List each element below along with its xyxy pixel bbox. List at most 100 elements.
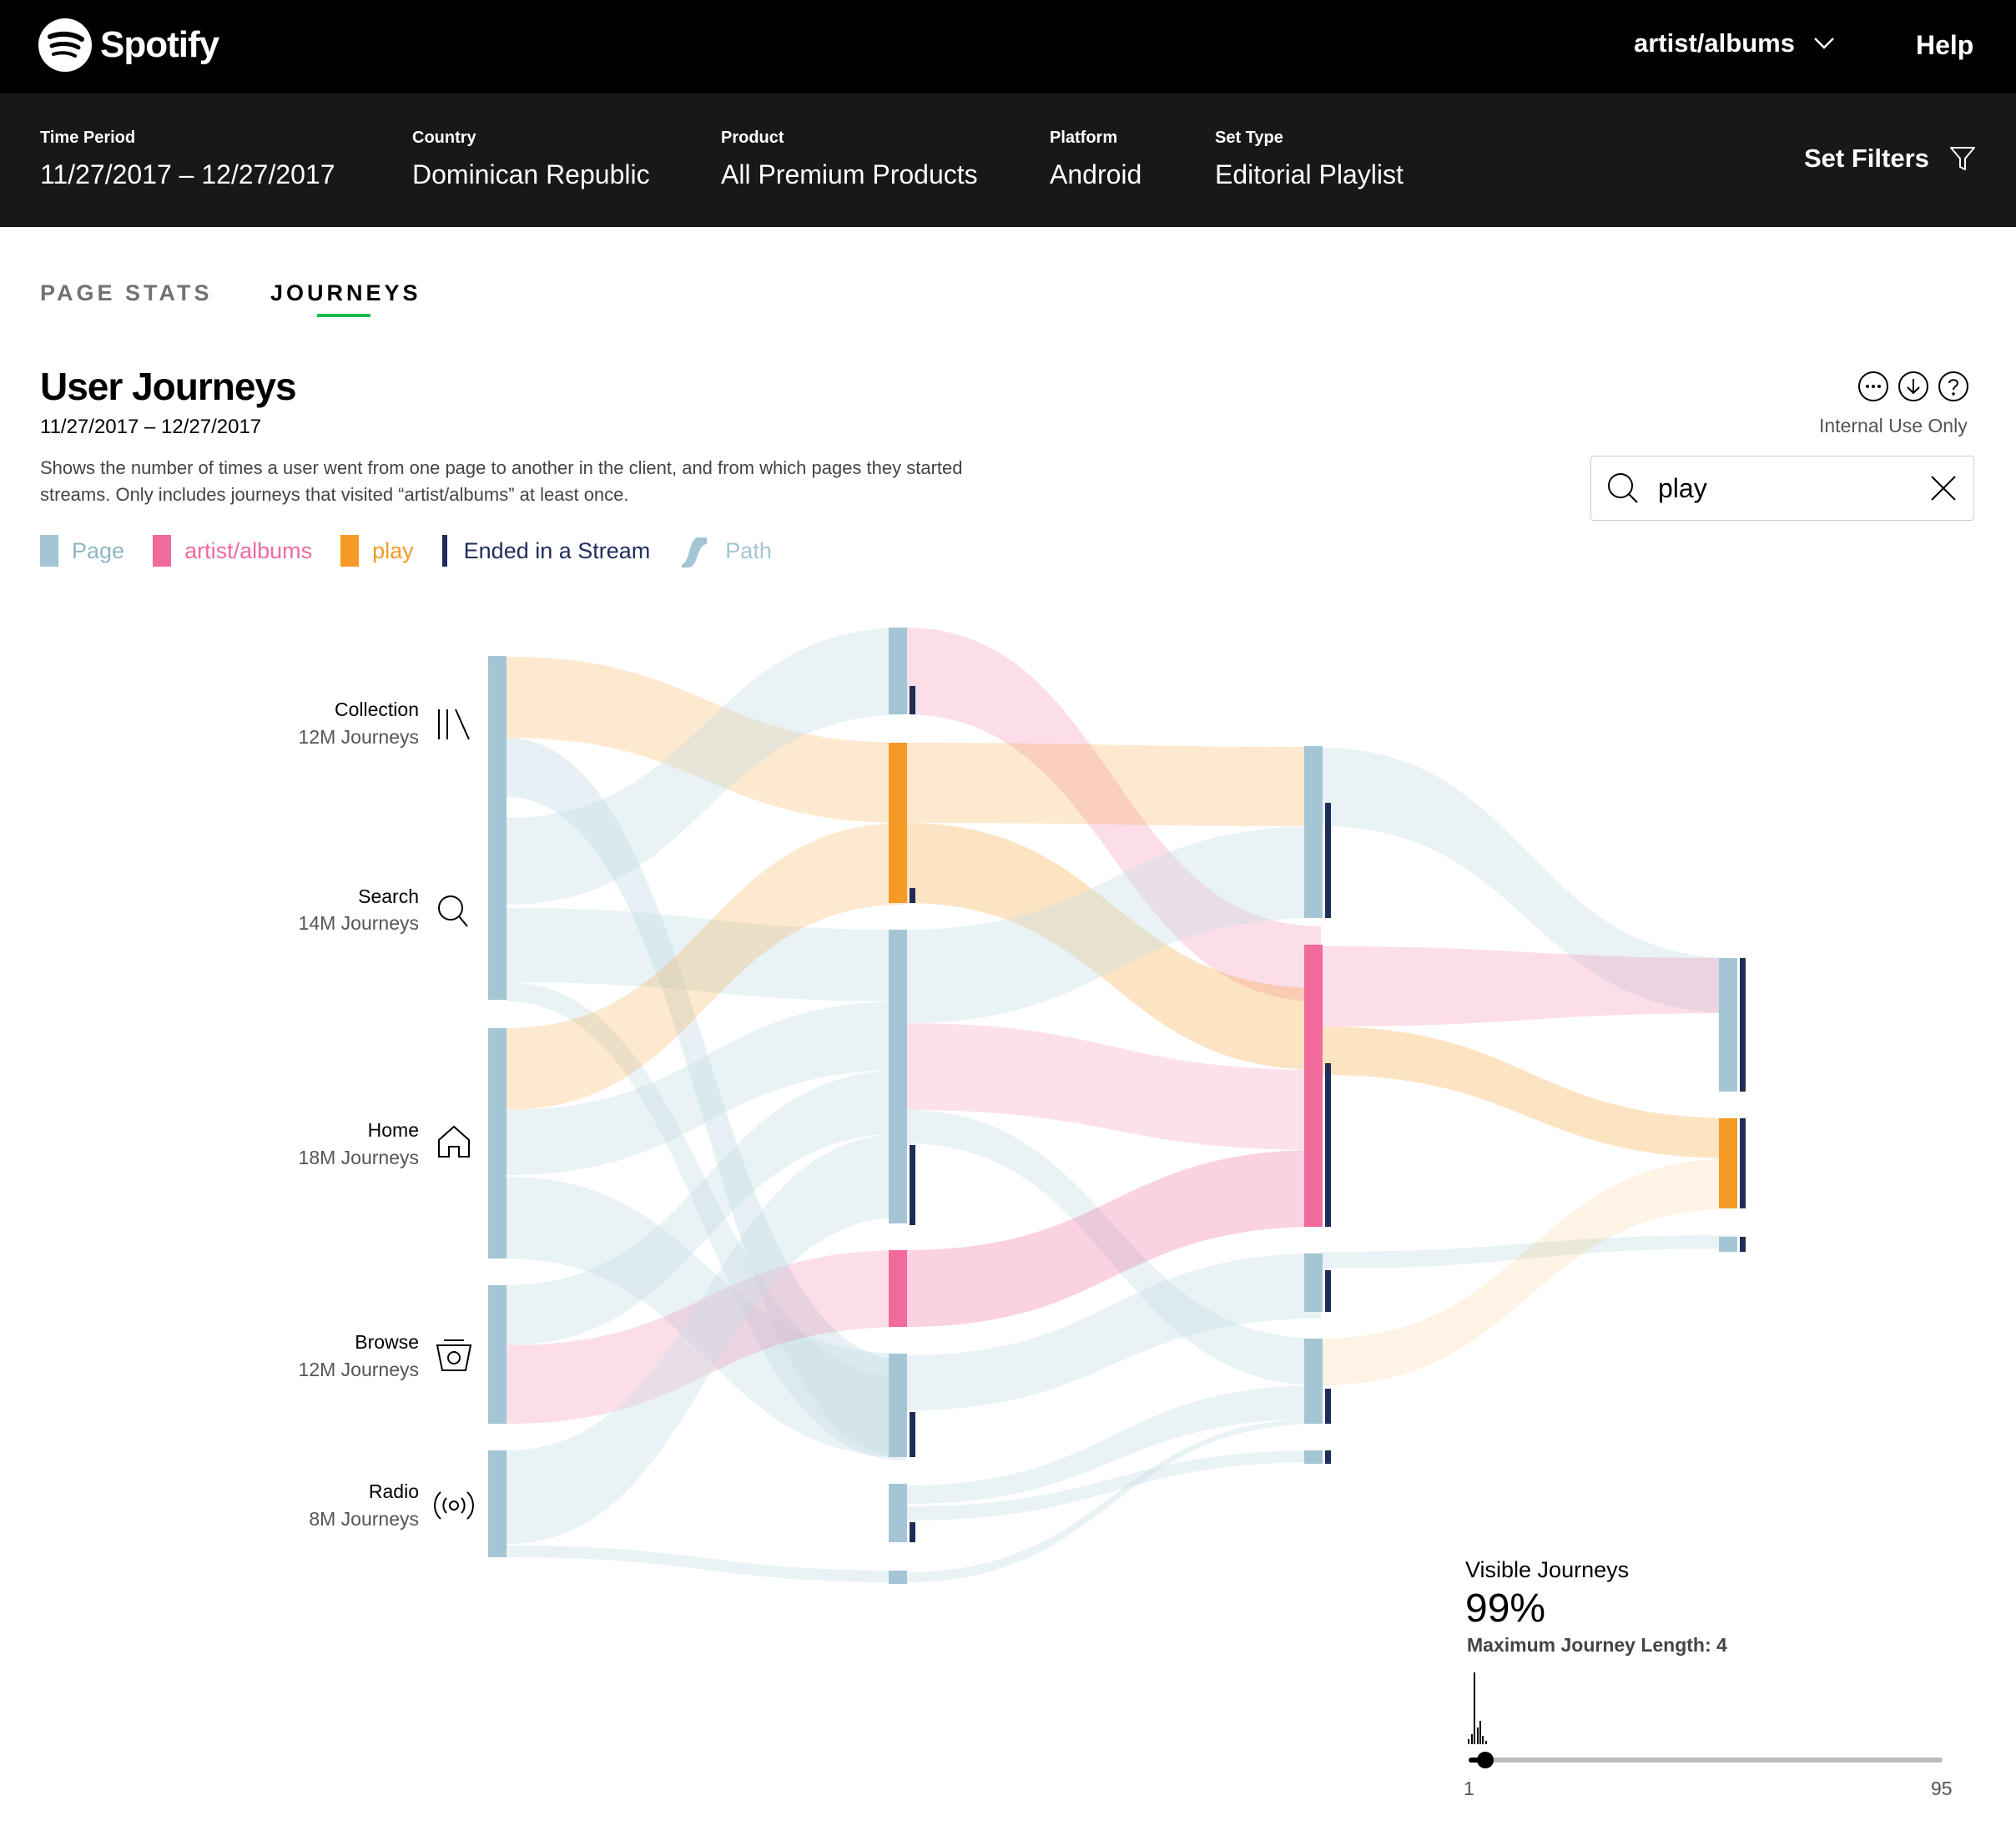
page-dropdown-label: artist/albums [1634,28,1795,58]
slider-track[interactable] [1469,1758,1943,1763]
chart-legend: Page artist/albums play Ended in a Strea… [40,534,800,567]
visible-journeys-title: Visible Journeys [1465,1557,1630,1582]
set-filters-label: Set Filters [1804,144,1929,173]
top-nav-bar: Spotify artist/albums Help [0,0,2016,93]
help-link[interactable]: Help [1916,30,1973,61]
legend-swatch [441,535,447,567]
legend-item-path: Path [678,534,772,567]
filter-platform[interactable]: Platform Android [1050,129,1142,190]
journey-length-slider[interactable] [1465,1669,1949,1769]
source-labels: Collection 12M Journeys Search 14M Journ… [299,699,419,1530]
node-page [1719,1237,1737,1252]
legend-label: artist/albums [184,537,313,563]
search-input[interactable]: play [1590,456,1974,521]
slider-min-label: 1 [1464,1778,1474,1799]
logo-wordmark: Spotify [100,24,219,65]
filter-set-type[interactable]: Set Type Editorial Playlist [1215,129,1404,190]
node-page [1719,958,1737,1092]
stream-end-bar [910,1522,915,1542]
flow-play-to-page [905,743,1321,826]
node-page [889,1571,907,1584]
legend-item-page: Page [40,535,124,567]
chart-toolbar [1857,371,1969,402]
node-page [889,628,907,714]
stream-end-bar [1740,958,1746,1092]
filter-value: Android [1050,159,1142,189]
node-play [1719,1118,1737,1208]
filter-value: 11/27/2017 – 12/27/2017 [40,159,335,189]
filter-label: Time Period [40,129,136,147]
internal-use-label: Internal Use Only [1819,415,1968,436]
set-filters-button[interactable]: Set Filters [1804,144,1976,174]
source-label-browse: Browse [355,1331,419,1353]
browse-icon [436,1339,472,1371]
close-icon[interactable] [1928,473,1958,503]
stream-end-bar [910,1412,915,1457]
stream-end-bar [910,1145,915,1225]
journey-sankey-chart: Collection 12M Journeys Search 14M Journ… [299,628,1746,1584]
page-description: Shows the number of times a user went fr… [40,457,963,505]
node-page [889,1354,907,1457]
flow-page-to-play [1321,1158,1736,1385]
source-journeys-radio: 8M Journeys [309,1508,419,1530]
search-icon [438,895,468,927]
stream-end-bar [1325,1389,1331,1424]
stream-end-bar [1325,803,1331,918]
filter-country[interactable]: Country Dominican Republic [412,129,650,190]
node-search [488,821,507,1000]
help-icon[interactable] [1938,371,1969,402]
legend-label: play [372,537,414,563]
page-date-range: 11/27/2017 – 12/27/2017 [40,416,262,438]
legend-swatch [153,535,172,567]
source-label-collection: Collection [335,699,419,720]
node-play [889,743,907,903]
legend-label: Path [725,537,772,563]
filter-value: All Premium Products [721,159,978,189]
page-dropdown[interactable]: artist/albums [1634,28,1835,58]
more-icon[interactable] [1857,371,1889,402]
tab-journeys[interactable]: JOURNEYS [270,280,421,306]
legend-swatch [340,535,360,567]
node-artist-albums [889,1250,907,1327]
node-page [1304,1339,1323,1424]
node-page [889,1484,907,1542]
chevron-down-icon [1814,38,1834,49]
source-journeys-browse: 12M Journeys [299,1359,419,1380]
filter-time-period[interactable]: Time Period 11/27/2017 – 12/27/2017 [40,129,335,190]
journey-length-histogram [1468,1672,1487,1744]
slider-handle[interactable] [1477,1752,1494,1768]
node-page [1304,1253,1323,1312]
active-tab-indicator [317,314,370,317]
filter-value: Dominican Republic [412,159,650,189]
home-icon [438,1125,470,1158]
path-swatch-icon [682,537,708,567]
source-label-search: Search [358,885,419,907]
tab-page-stats[interactable]: PAGE STATS [40,280,213,306]
filter-product[interactable]: Product All Premium Products [721,129,978,190]
spotify-logo[interactable]: Spotify [38,18,219,72]
max-journey-length-label: Maximum Journey Length: 4 [1467,1634,1727,1656]
legend-item-artist-albums: artist/albums [153,535,312,567]
filter-label: Product [721,129,784,147]
stream-end-bar [1325,1270,1331,1312]
visible-journeys-percent: 99% [1465,1586,1546,1631]
page-title: User Journeys [40,365,297,408]
search-icon [1608,473,1638,503]
source-icons [434,709,474,1520]
search-value: play [1658,473,1707,503]
stream-end-bar [1740,1118,1746,1208]
collection-icon [438,709,470,740]
filter-label: Country [412,129,476,147]
filter-bar: Time Period 11/27/2017 – 12/27/2017 Coun… [0,93,2016,227]
source-journeys-home: 18M Journeys [299,1147,419,1168]
download-icon[interactable] [1898,371,1929,402]
node-radio [488,1450,507,1557]
node-page [1304,1450,1323,1464]
source-label-radio: Radio [369,1480,419,1502]
stream-end-bar [1740,1237,1746,1252]
stream-end-bar [910,686,915,714]
radio-icon [434,1491,474,1520]
legend-label: Ended in a Stream [463,537,651,563]
source-journeys-collection: 12M Journeys [299,726,419,748]
stream-end-bar [910,888,915,903]
